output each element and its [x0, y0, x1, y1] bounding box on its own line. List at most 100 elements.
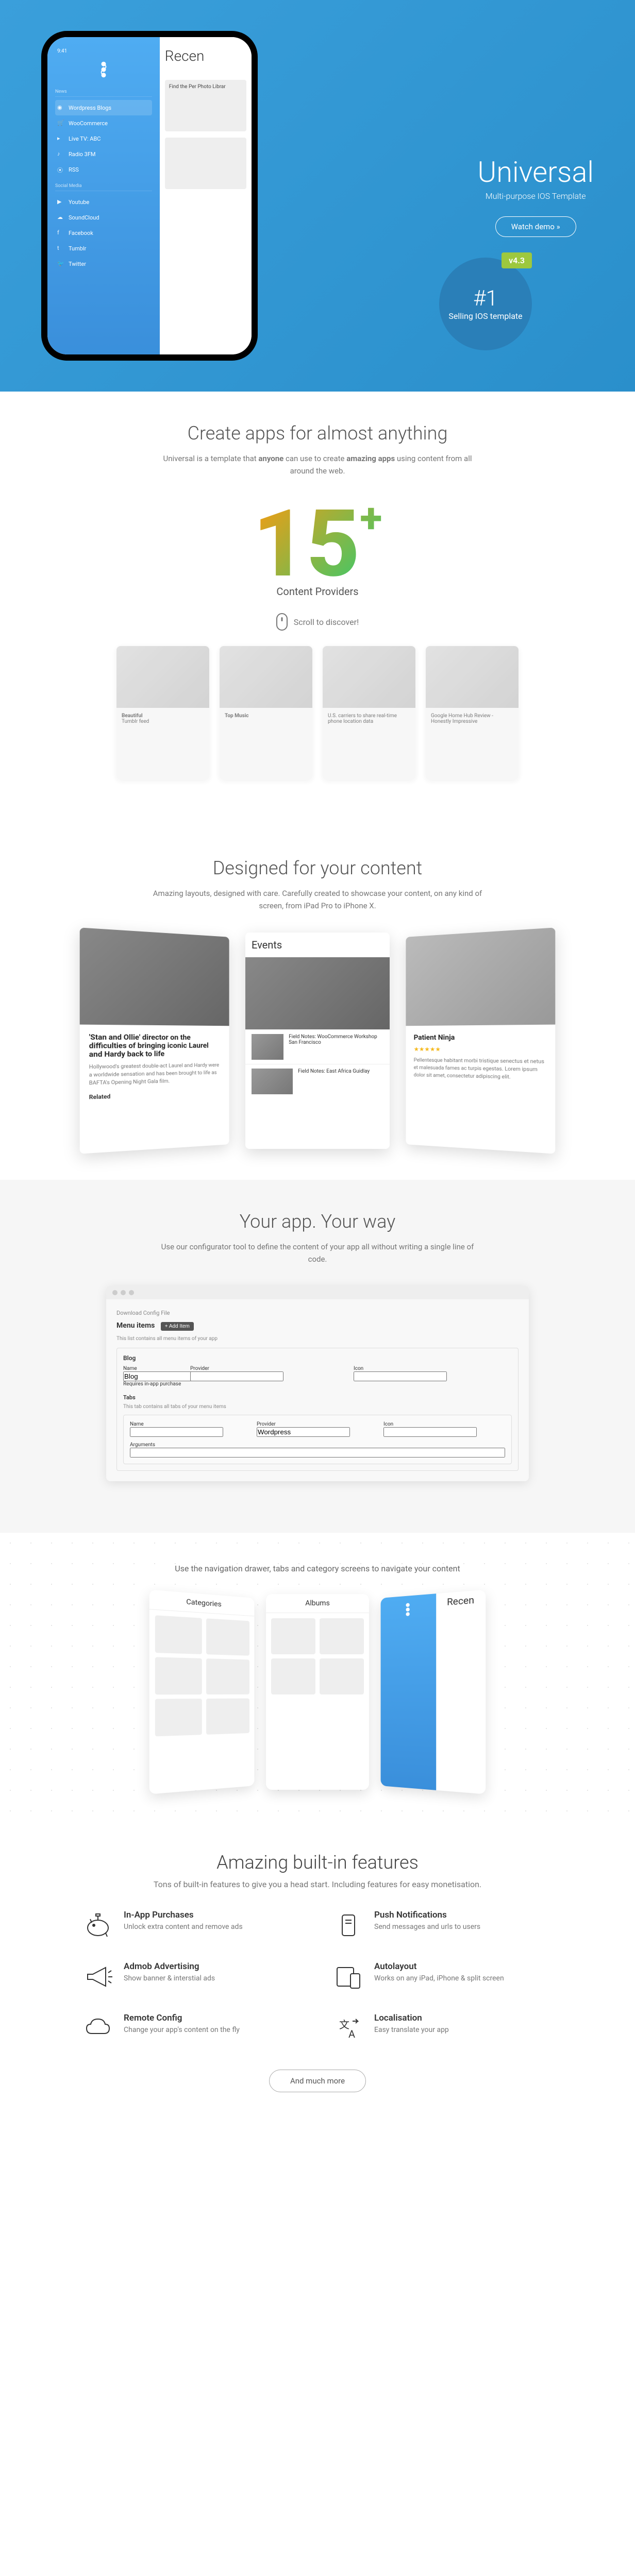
sidebar-item-label: Tumblr: [69, 245, 86, 252]
layout-card-article: 'Stan and Ollie' director on the difficu…: [80, 927, 229, 1154]
provider-input[interactable]: [190, 1371, 283, 1381]
feature-desc: Change your app's content on the fly: [124, 2025, 240, 2036]
card-title: Patient Ninja: [414, 1033, 546, 1042]
designed-section: Designed for your content Amazing layout…: [0, 826, 635, 1180]
soundcloud-icon: ☁: [57, 214, 64, 221]
scroll-hint: Scroll to discover!: [62, 613, 573, 631]
sidebar-item-tumblr[interactable]: t Tumblr: [55, 241, 152, 256]
nav-phone-drawer: Recen: [381, 1589, 486, 1794]
feature-desc: Show banner & interstial ads: [124, 1974, 215, 1984]
navigation-section: Use the navigation drawer, tabs and cate…: [0, 1533, 635, 1821]
content-peek: Recen Find the Per Photo Librar: [160, 37, 252, 354]
feature-push: Push Notifications Send messages and urls…: [333, 1910, 553, 1941]
feature-desc: Unlock extra content and remove ads: [124, 1922, 243, 1933]
feature-desc: Send messages and urls to users: [374, 1922, 480, 1933]
add-item-button[interactable]: + Add Item: [161, 1322, 194, 1331]
feature-localisation: 文A LocalisationEasy translate your app: [333, 2013, 553, 2044]
create-text: Universal is a template that anyone can …: [153, 452, 482, 477]
provider-count: 15+: [62, 498, 573, 590]
nav-phone-categories: Categories: [149, 1589, 255, 1794]
svg-text:文: 文: [339, 2019, 349, 2031]
feature-autolayout: AutolayoutWorks on any iPad, iPhone & sp…: [333, 1961, 553, 1992]
bell-icon: [333, 1910, 364, 1941]
sidebar-section-label: Social Media: [55, 183, 152, 191]
tabs-label: Tabs: [123, 1394, 512, 1401]
configurator-section: Your app. Your way Use our configurator …: [0, 1180, 635, 1533]
sidebar-item-label: Twitter: [69, 261, 86, 267]
tab-name-input[interactable]: [130, 1427, 223, 1437]
providers-grid: BeautifulTumblr feed Top Music U.S. carr…: [62, 646, 573, 780]
yourapp-text: Use our configurator tool to define the …: [153, 1241, 482, 1265]
window-titlebar: [106, 1286, 529, 1299]
sidebar-item-label: Live TV: ABC: [69, 135, 101, 142]
sidebar-item-wordpress[interactable]: ◉Wordpress Blogs: [55, 100, 152, 115]
download-config-link[interactable]: Download Config File: [116, 1310, 519, 1316]
watch-demo-button[interactable]: Watch demo »: [495, 216, 576, 237]
sidebar-item-youtube[interactable]: ▶Youtube: [55, 194, 152, 210]
phone-header: Recen: [440, 1594, 481, 1608]
hero-text: Universal Multi-purpose IOS Template Wat…: [477, 155, 594, 237]
field-label: Arguments: [130, 1442, 505, 1448]
create-heading: Create apps for almost anything: [62, 422, 573, 444]
field-label: Name: [123, 1366, 185, 1371]
youtube-icon: ▶: [57, 198, 64, 206]
sidebar-item-facebook[interactable]: f Facebook: [55, 225, 152, 241]
badge-text: Selling IOS template: [448, 311, 522, 322]
features-text: Tons of built-in features to give you a …: [82, 1879, 553, 1889]
sidebar-item-label: Facebook: [69, 230, 93, 236]
twitter-icon: 🐦: [57, 260, 64, 267]
feature-title: Push Notifications: [374, 1910, 480, 1920]
sidebar-item-soundcloud[interactable]: ☁ SoundCloud: [55, 210, 152, 225]
arguments-input[interactable]: [130, 1448, 505, 1458]
svg-text:A: A: [348, 2028, 355, 2040]
sidebar-item-livetv[interactable]: ▸ Live TV: ABC: [55, 131, 152, 146]
sidebar-item-radio[interactable]: ♪ Radio 3FM: [55, 146, 152, 162]
features-heading: Amazing built-in features: [82, 1852, 553, 1873]
app-logo-icon: [55, 60, 152, 79]
feature-title: Admob Advertising: [124, 1961, 215, 1972]
layout-card-product: Patient Ninja ★★★★★ Pellentesque habitan…: [406, 927, 555, 1154]
feature-title: Autolayout: [374, 1961, 504, 1972]
translate-icon: 文A: [333, 2013, 364, 2044]
sidebar-item-twitter[interactable]: 🐦 Twitter: [55, 256, 152, 272]
event-item[interactable]: Field Notes: WooCommerce Workshop San Fr…: [245, 1029, 390, 1064]
tv-icon: ▸: [57, 135, 64, 142]
layout-card-events: Events Field Notes: WooCommerce Workshop…: [245, 933, 390, 1149]
rss-icon: ⦿: [57, 166, 64, 173]
facebook-icon: f: [57, 229, 64, 236]
wordpress-icon: ◉: [57, 104, 64, 111]
field-label: Icon: [383, 1421, 505, 1427]
icon-input[interactable]: [354, 1371, 447, 1381]
tabs-note: This tab contains all tabs of your menu …: [123, 1404, 512, 1410]
sidebar-item-rss[interactable]: ⦿ RSS: [55, 162, 152, 177]
sidebar-item-label: Radio 3FM: [69, 151, 96, 158]
create-section: Create apps for almost anything Universa…: [0, 392, 635, 826]
field-label: Icon: [354, 1366, 512, 1371]
yourapp-heading: Your app. Your way: [62, 1211, 573, 1232]
radio-icon: ♪: [57, 150, 64, 158]
menu-note: This list contains all menu items of you…: [116, 1336, 519, 1342]
card-text: Pellentesque habitant morbi tristique se…: [414, 1057, 546, 1082]
sidebar-item-label: RSS: [69, 166, 79, 173]
and-much-more-button[interactable]: And much more: [269, 2070, 366, 2092]
hero-subtitle: Multi-purpose IOS Template: [477, 191, 594, 201]
megaphone-icon: [82, 1961, 113, 1992]
tumblr-icon: t: [57, 245, 64, 252]
tab-provider-select[interactable]: [257, 1427, 350, 1437]
sidebar-item-woocommerce[interactable]: 🛒WooCommerce: [55, 115, 152, 131]
nav-phone-albums: Albums: [266, 1594, 369, 1790]
provider-card: BeautifulTumblr feed: [116, 646, 209, 780]
event-item[interactable]: Field Notes: East Africa Guidlay: [245, 1064, 390, 1098]
provider-card: Top Music: [220, 646, 312, 780]
menu-item-panel: Blog Name Requires in-app purchase Provi…: [116, 1348, 519, 1471]
peek-card: [165, 138, 246, 189]
events-header: Events: [245, 933, 390, 957]
tab-icon-input[interactable]: [383, 1427, 477, 1437]
sidebar-item-label: SoundCloud: [69, 214, 99, 221]
status-time: 9:41: [55, 47, 152, 55]
sidebar-section-label: News: [55, 89, 152, 97]
field-label: Name: [130, 1421, 252, 1427]
phone-mockup: 9:41 News ◉Wordpress Blogs 🛒WooCommerce …: [41, 31, 258, 361]
item-title: Blog: [123, 1354, 512, 1362]
cart-icon: 🛒: [57, 120, 64, 127]
